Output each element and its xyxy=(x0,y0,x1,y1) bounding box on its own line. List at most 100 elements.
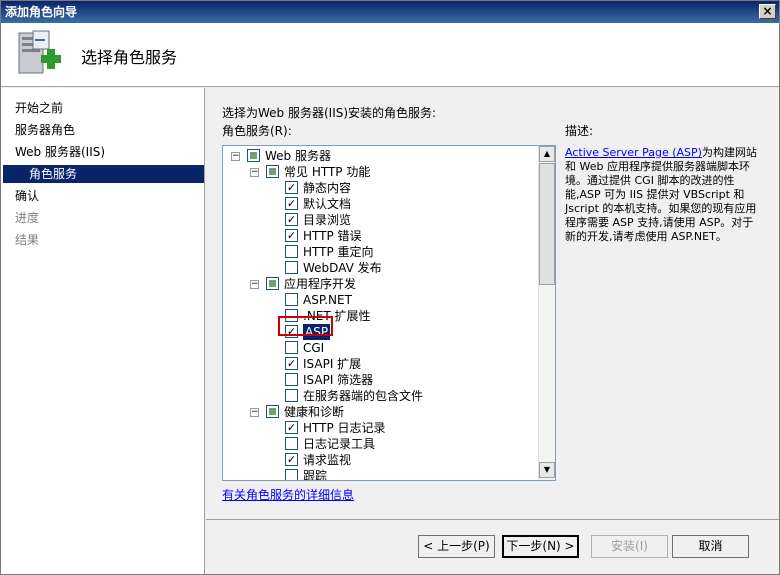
tree-item[interactable]: ✓ HTTP 错误 xyxy=(223,228,533,244)
nav-step-before-you-begin[interactable]: 开始之前 xyxy=(15,99,63,117)
more-info-link[interactable]: 有关角色服务的详细信息 xyxy=(222,486,354,503)
checkbox[interactable] xyxy=(285,437,298,450)
description-label: 描述: xyxy=(565,124,594,138)
checkbox[interactable]: ✓ xyxy=(285,213,298,226)
checkbox[interactable] xyxy=(285,373,298,386)
nav-step-role-services[interactable]: 角色服务 xyxy=(3,165,204,183)
tree-item-label: 静态内容 xyxy=(303,181,352,195)
tree-item-label: 在服务器端的包含文件 xyxy=(303,389,424,403)
role-services-tree[interactable]: − Web 服务器 − 常见 HTTP 功能 ✓ 静态内容 ✓ 默认文档 ✓ 目录浏览 ✓ HTTP … xyxy=(222,145,556,481)
checkbox[interactable] xyxy=(285,469,298,480)
scroll-down-button[interactable]: ▼ xyxy=(539,462,555,478)
checkbox[interactable]: ✓ xyxy=(285,181,298,194)
checkbox[interactable]: ✓ xyxy=(285,357,298,370)
window-title: 添加角色向导 xyxy=(5,5,78,19)
description-panel: Active Server Page (ASP)为构建网站和 Web 应用程序提… xyxy=(565,146,760,244)
install-button: 安装(I) xyxy=(591,535,668,558)
collapse-icon[interactable]: − xyxy=(231,152,240,161)
tree-item[interactable]: ✓ 请求监视 xyxy=(223,452,533,468)
scroll-thumb[interactable] xyxy=(539,163,555,285)
tree-item[interactable]: ✓ ISAPI 扩展 xyxy=(223,356,533,372)
tree-item[interactable]: ✓ ASP xyxy=(223,324,533,340)
tree-item-label: 健康和诊断 xyxy=(284,405,345,419)
asp-description-text: 为构建网站和 Web 应用程序提供服务器端脚本环境。通过提供 CGI 脚本的改进… xyxy=(565,146,757,243)
asp-description-link[interactable]: Active Server Page (ASP) xyxy=(565,146,702,159)
tree-item[interactable]: − Web 服务器 xyxy=(223,148,533,164)
tree-item-label: Web 服务器 xyxy=(265,149,331,163)
checkbox[interactable] xyxy=(266,165,279,178)
close-button[interactable]: × xyxy=(759,4,776,19)
tree-item[interactable]: CGI xyxy=(223,340,533,356)
checkbox[interactable]: ✓ xyxy=(285,453,298,466)
tree-item[interactable]: − 应用程序开发 xyxy=(223,276,533,292)
collapse-icon[interactable]: − xyxy=(250,168,259,177)
tree-item[interactable]: ISAPI 筛选器 xyxy=(223,372,533,388)
tree-item-label: ASP.NET xyxy=(303,293,352,307)
prev-button[interactable]: < 上一步(P) xyxy=(418,535,495,558)
checkbox[interactable] xyxy=(285,261,298,274)
tree-item[interactable]: .NET 扩展性 xyxy=(223,308,533,324)
cancel-button[interactable]: 取消 xyxy=(672,535,749,558)
tree-item-label: 日志记录工具 xyxy=(303,437,376,451)
checkbox[interactable] xyxy=(266,277,279,290)
arrow-up-icon: ▲ xyxy=(543,149,551,158)
checkbox[interactable] xyxy=(285,341,298,354)
checkbox[interactable] xyxy=(285,293,298,306)
collapse-icon[interactable]: − xyxy=(250,408,259,417)
asp-highlight-box xyxy=(278,316,333,336)
checkbox[interactable] xyxy=(285,389,298,402)
close-icon: × xyxy=(762,4,773,18)
tree-item-label: HTTP 日志记录 xyxy=(303,421,386,435)
tree-item-label: 常见 HTTP 功能 xyxy=(284,165,371,179)
checkbox[interactable]: ✓ xyxy=(285,229,298,242)
tree-item[interactable]: ✓ HTTP 日志记录 xyxy=(223,420,533,436)
tree-item-label: 跟踪 xyxy=(303,469,328,481)
tree-item[interactable]: 跟踪 xyxy=(223,468,533,481)
main-panel: 选择为Web 服务器(IIS)安装的角色服务: 角色服务(R): 描述: − We… xyxy=(206,88,779,518)
tree-item[interactable]: ✓ 默认文档 xyxy=(223,196,533,212)
nav-step-web-server-iis[interactable]: Web 服务器(IIS) xyxy=(15,143,105,161)
tree-item-label: 默认文档 xyxy=(303,197,352,211)
checkbox[interactable] xyxy=(247,149,260,162)
nav-step-results: 结果 xyxy=(15,233,40,247)
tree-item[interactable]: ASP.NET xyxy=(223,292,533,308)
next-button[interactable]: 下一步(N) > xyxy=(502,535,579,558)
checkbox[interactable]: ✓ xyxy=(285,197,298,210)
checkbox[interactable] xyxy=(266,405,279,418)
nav-step-server-roles[interactable]: 服务器角色 xyxy=(15,121,75,139)
wizard-step-nav: 开始之前 服务器角色 Web 服务器(IIS) 角色服务 确认 进度 结果 xyxy=(1,88,205,574)
wizard-header: 选择角色服务 xyxy=(1,23,779,87)
tree-item[interactable]: WebDAV 发布 xyxy=(223,260,533,276)
tree-item-label: WebDAV 发布 xyxy=(303,261,382,275)
role-services-label: 角色服务(R): xyxy=(222,124,292,138)
tree-item[interactable]: 在服务器端的包含文件 xyxy=(223,388,533,404)
tree-scrollbar[interactable]: ▲ ▼ xyxy=(538,146,555,480)
nav-step-progress: 进度 xyxy=(15,211,40,225)
tree-item-label: ISAPI 扩展 xyxy=(303,357,362,371)
tree-item[interactable]: ✓ 目录浏览 xyxy=(223,212,533,228)
scroll-up-button[interactable]: ▲ xyxy=(539,146,555,162)
tree-item[interactable]: ✓ 静态内容 xyxy=(223,180,533,196)
tree-item-label: CGI xyxy=(303,341,325,355)
title-bar: 添加角色向导 × xyxy=(1,1,779,23)
tree-item[interactable]: − 常见 HTTP 功能 xyxy=(223,164,533,180)
tree-item-label: 请求监视 xyxy=(303,453,352,467)
tree-item-label: HTTP 重定向 xyxy=(303,245,374,259)
tree-item[interactable]: 日志记录工具 xyxy=(223,436,533,452)
server-add-icon xyxy=(18,30,61,74)
add-roles-wizard-window: 添加角色向导 × 选择角色服务 开始之前 服务器角色 Web 服务器(IIS) … xyxy=(0,0,780,575)
wizard-footer: < 上一步(P) 下一步(N) > 安装(I) 取消 xyxy=(206,519,779,574)
tree-item-label: 目录浏览 xyxy=(303,213,352,227)
collapse-icon[interactable]: − xyxy=(250,280,259,289)
checkbox[interactable]: ✓ xyxy=(285,421,298,434)
tree-item-label: ISAPI 筛选器 xyxy=(303,373,374,387)
tree-item[interactable]: − 健康和诊断 xyxy=(223,404,533,420)
nav-step-confirmation[interactable]: 确认 xyxy=(15,187,39,205)
checkbox[interactable] xyxy=(285,245,298,258)
instruction-text: 选择为Web 服务器(IIS)安装的角色服务: xyxy=(222,106,437,120)
arrow-down-icon: ▼ xyxy=(543,465,551,474)
tree-item-label: 应用程序开发 xyxy=(284,277,357,291)
page-title: 选择角色服务 xyxy=(81,48,178,67)
tree-item[interactable]: HTTP 重定向 xyxy=(223,244,533,260)
tree-item-label: HTTP 错误 xyxy=(303,229,362,243)
